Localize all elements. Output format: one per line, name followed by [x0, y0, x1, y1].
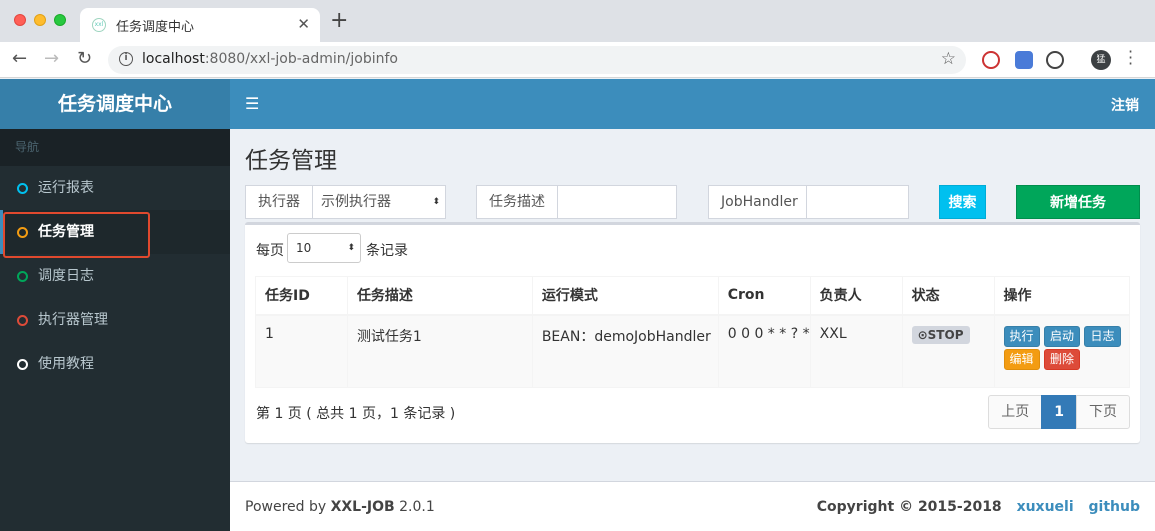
status-badge: ⊙STOP — [911, 325, 970, 344]
next-page-button[interactable]: 下页 — [1076, 395, 1130, 429]
sidebar: 任务调度中心 导航 运行报表 任务管理 调度日志 执行器管理 使用教程 — [0, 79, 230, 531]
browser-tab-bar: xxl 任务调度中心 ✕ + — [0, 0, 1155, 42]
cell-id: 1 — [255, 314, 348, 388]
circle-icon — [17, 183, 28, 194]
reload-icon[interactable]: ↻ — [77, 48, 92, 69]
hamburger-icon[interactable]: ☰ — [245, 94, 259, 113]
executor-label: 执行器 — [245, 185, 313, 219]
job-desc-input[interactable] — [557, 185, 677, 219]
job-handler-input[interactable] — [806, 185, 909, 219]
favicon-icon: xxl — [92, 18, 106, 32]
cell-mode: BEAN：demoJobHandler — [531, 314, 719, 388]
app-logo[interactable]: 任务调度中心 — [0, 79, 230, 129]
perpage-suffix: 条记录 — [366, 243, 408, 259]
top-navbar: ☰ 注销 — [230, 79, 1155, 129]
column-header-desc[interactable]: 任务描述 — [346, 276, 533, 316]
search-button[interactable]: 搜索 — [939, 185, 986, 219]
column-header-owner[interactable]: 负责人 — [809, 276, 903, 316]
circle-icon — [17, 359, 28, 370]
forward-arrow-icon[interactable]: → — [44, 48, 59, 69]
column-header-ops: 操作 — [993, 276, 1131, 316]
perpage-label: 每页 — [256, 243, 284, 259]
sidebar-item-executor-management[interactable]: 执行器管理 — [0, 298, 230, 342]
bookmark-star-icon[interactable]: ☆ — [941, 49, 956, 69]
column-header-mode[interactable]: 运行模式 — [531, 276, 719, 316]
sidebar-item-tutorial[interactable]: 使用教程 — [0, 342, 230, 386]
job-handler-label: JobHandler — [708, 185, 807, 219]
sidebar-item-label: 调度日志 — [38, 268, 94, 284]
edit-button[interactable]: 编辑 — [1003, 348, 1040, 370]
new-tab-icon[interactable]: + — [330, 10, 348, 32]
table-row: 1 测试任务1 BEAN：demoJobHandler 0 0 0 * * ? … — [255, 314, 1131, 388]
pagination: 上页 1 下页 — [988, 395, 1130, 429]
minimize-window-icon[interactable] — [34, 14, 46, 26]
job-table-box: 每页 10 ⬍ 条记录 任务ID 任务描述 运行模式 Cron 负责人 状态 操… — [245, 222, 1140, 443]
select-arrows-icon: ⬍ — [347, 243, 355, 253]
copyright: Copyright © 2015-2018 xuxueli github — [816, 499, 1140, 515]
sync-extension-icon[interactable] — [1046, 51, 1064, 69]
translate-extension-icon[interactable] — [1015, 51, 1033, 69]
browser-tab[interactable]: xxl 任务调度中心 ✕ — [80, 8, 320, 42]
back-arrow-icon[interactable]: ← — [12, 48, 27, 69]
column-header-id[interactable]: 任务ID — [255, 276, 348, 316]
cell-desc: 测试任务1 — [346, 314, 533, 388]
cell-status: ⊙STOP — [901, 314, 995, 388]
log-button[interactable]: 日志 — [1084, 325, 1121, 347]
maximize-window-icon[interactable] — [54, 14, 66, 26]
footer: Powered by XXL-JOB 2.0.1 Copyright © 201… — [230, 481, 1155, 531]
close-window-icon[interactable] — [14, 14, 26, 26]
extension-icon[interactable] — [982, 51, 1000, 69]
table-header-row: 任务ID 任务描述 运行模式 Cron 负责人 状态 操作 — [255, 276, 1131, 316]
sidebar-item-run-report[interactable]: 运行报表 — [0, 166, 230, 210]
start-button[interactable]: 启动 — [1044, 325, 1081, 347]
job-table: 任务ID 任务描述 运行模式 Cron 负责人 状态 操作 1 测试任务1 BE… — [255, 276, 1131, 388]
prev-page-button[interactable]: 上页 — [988, 395, 1043, 429]
cell-owner: XXL — [809, 314, 903, 388]
circle-icon — [17, 271, 28, 282]
address-bar: ← → ↻ i localhost:8080/xxl-job-admin/job… — [0, 42, 1155, 78]
logout-button[interactable]: 注销 — [1111, 95, 1139, 115]
cell-ops: 执行 启动 日志 编辑 删除 — [993, 314, 1131, 388]
page-info: 第 1 页 ( 总共 1 页，1 条记录 ) — [256, 406, 456, 422]
column-header-status[interactable]: 状态 — [901, 276, 995, 316]
executor-select[interactable]: 示例执行器 ⬍ — [312, 185, 446, 219]
page-title: 任务管理 — [245, 148, 337, 174]
perpage-select[interactable]: 10 ⬍ — [287, 233, 361, 263]
run-button[interactable]: 执行 — [1003, 325, 1040, 347]
sidebar-item-label: 执行器管理 — [38, 312, 108, 328]
delete-button[interactable]: 删除 — [1044, 348, 1081, 370]
job-desc-label: 任务描述 — [476, 185, 558, 219]
tab-close-icon[interactable]: ✕ — [297, 15, 310, 33]
page-1-button[interactable]: 1 — [1041, 395, 1077, 429]
powered-by: Powered by XXL-JOB 2.0.1 — [245, 499, 435, 515]
url-input[interactable]: i localhost:8080/xxl-job-admin/jobinfo ☆ — [108, 46, 966, 74]
sidebar-item-label: 使用教程 — [38, 356, 94, 372]
more-menu-icon[interactable]: · · · — [1128, 44, 1133, 72]
github-link[interactable]: github — [1089, 499, 1140, 515]
sidebar-item-label: 运行报表 — [38, 180, 94, 196]
author-link[interactable]: xuxueli — [1017, 499, 1074, 515]
tab-title: 任务调度中心 — [116, 20, 195, 35]
column-header-cron[interactable]: Cron — [717, 276, 811, 316]
add-job-button[interactable]: 新增任务 — [1016, 185, 1140, 219]
cell-cron: 0 0 0 * * ? * — [717, 314, 811, 388]
info-icon[interactable]: i — [119, 52, 133, 66]
nav-header: 导航 — [0, 129, 230, 166]
profile-avatar[interactable]: 猛 — [1091, 50, 1111, 70]
url-text: localhost:8080/xxl-job-admin/jobinfo — [142, 51, 398, 67]
highlight-annotation — [3, 212, 150, 258]
circle-icon — [17, 315, 28, 326]
select-arrows-icon: ⬍ — [432, 197, 440, 207]
sidebar-item-schedule-log[interactable]: 调度日志 — [0, 254, 230, 298]
